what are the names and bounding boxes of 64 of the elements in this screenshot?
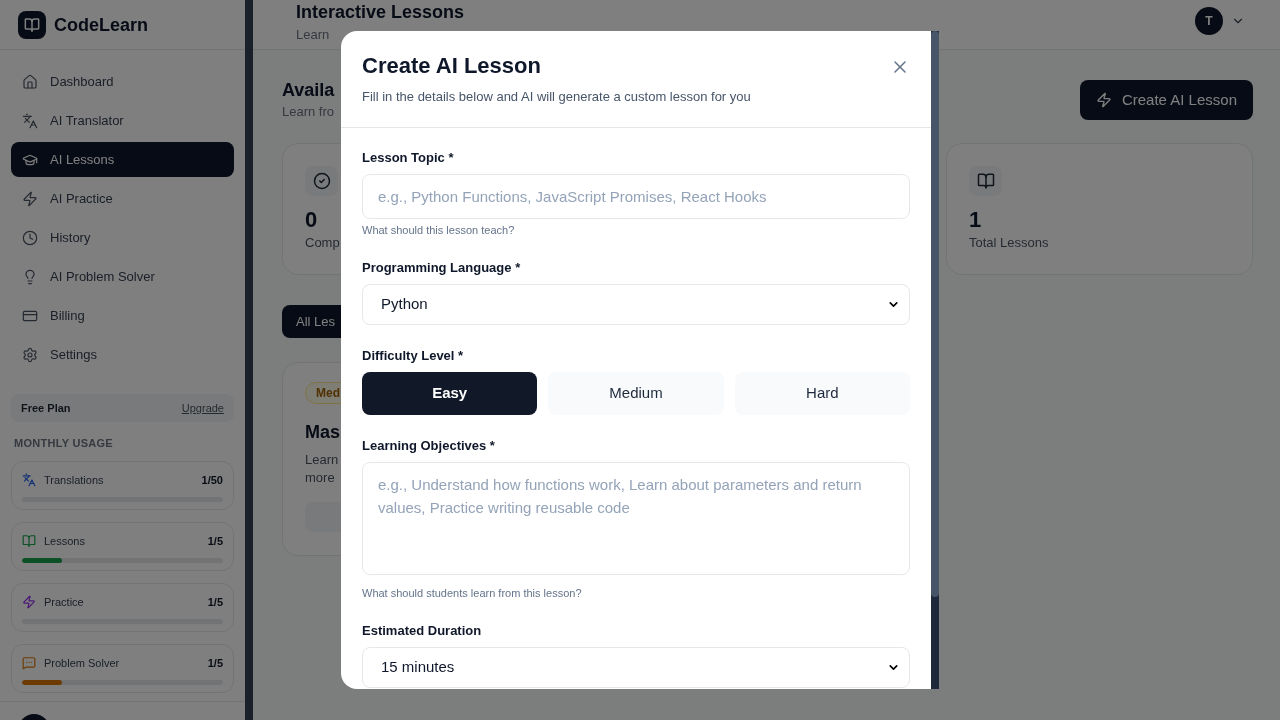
- lesson-description: Learn: [305, 451, 339, 469]
- usage-label: Translations: [44, 472, 104, 488]
- lesson-description: more: [305, 469, 336, 487]
- field-label: Difficulty Level *: [362, 347, 465, 365]
- logo-icon: [18, 10, 46, 39]
- chat-bubble-icon: [22, 656, 36, 670]
- book-icon: [969, 166, 1002, 196]
- nav-item[interactable]: Billing: [11, 298, 234, 333]
- nav-item[interactable]: AI Lessons: [11, 142, 234, 177]
- plan-name: Free Plan: [21, 400, 71, 416]
- page-title: Interactive Lessons: [296, 1, 465, 23]
- user-avatar[interactable]: T: [1195, 7, 1223, 35]
- usage-count: 1/5: [207, 533, 223, 549]
- nav-item[interactable]: Settings: [11, 337, 234, 372]
- usage-count: 1/50: [201, 472, 223, 488]
- nav-item[interactable]: Dashboard: [11, 64, 234, 99]
- translate-icon: [22, 112, 38, 129]
- upgrade-link[interactable]: Upgrade: [181, 399, 224, 417]
- translate-icon: [22, 473, 36, 487]
- lesson-title: Mas: [305, 421, 340, 444]
- usage-label: Problem Solver: [44, 655, 120, 671]
- nav-item[interactable]: AI Practice: [11, 181, 234, 216]
- section-subtitle: Learn fro: [282, 103, 335, 121]
- lightbulb-icon: [22, 268, 38, 285]
- field-label: Estimated Duration: [362, 622, 483, 640]
- field-hint: What should students learn from this lesson?: [362, 586, 583, 600]
- usage-label: Lessons: [44, 533, 85, 549]
- lightning-icon: [1095, 92, 1112, 108]
- topic-input[interactable]: e.g., Python Functions, JavaScript Promises, React Hooks: [362, 174, 910, 219]
- scrollbar[interactable]: [931, 31, 939, 689]
- stat-label: Total Lessons: [969, 234, 1049, 252]
- scrollbar[interactable]: [245, 0, 253, 720]
- usage-count: 1/5: [207, 594, 223, 610]
- lightning-icon: [22, 595, 36, 609]
- stat-value: 0: [305, 206, 318, 234]
- section-title: Availa: [282, 79, 335, 102]
- difficulty-option[interactable]: Medium: [548, 372, 724, 415]
- page-subtitle: Learn: [296, 27, 331, 43]
- nav-item[interactable]: AI Translator: [11, 103, 234, 138]
- field-label: Learning Objectives *: [362, 437, 496, 455]
- difficulty-option[interactable]: Hard: [734, 372, 910, 415]
- dropdown-select[interactable]: Python: [362, 284, 910, 325]
- field-label: Lesson Topic *: [362, 149, 455, 167]
- lightning-icon: [22, 190, 38, 207]
- dropdown-select[interactable]: 15 minutes: [362, 647, 910, 688]
- nav-item[interactable]: History: [11, 220, 234, 255]
- stat-value: 1: [969, 206, 982, 234]
- brand-name: CodeLearn: [54, 13, 149, 36]
- usage-count: 1/5: [207, 655, 223, 671]
- difficulty-option[interactable]: Easy: [362, 372, 538, 415]
- dialog-title: Create AI Lesson: [362, 52, 542, 80]
- clock-icon: [22, 229, 38, 246]
- field-label: Programming Language *: [362, 259, 522, 277]
- objectives-textarea[interactable]: e.g., Understand how functions work, Learn about parameters and return values, Practice writing reusable code: [362, 462, 910, 575]
- book-icon: [22, 534, 36, 548]
- usage-label: Practice: [44, 594, 84, 610]
- section-heading: MONTHLY USAGE: [13, 436, 114, 450]
- settings-icon: [22, 346, 38, 363]
- nav-item[interactable]: AI Problem Solver: [11, 259, 234, 294]
- dialog-subtitle: Fill in the details below and AI will generate a custom lesson for you: [362, 88, 751, 106]
- field-hint: What should this lesson teach?: [362, 223, 516, 237]
- stat-label: Comp: [305, 234, 340, 252]
- create-lesson-button[interactable]: Create AI Lesson: [1079, 80, 1253, 120]
- home-icon: [22, 73, 38, 90]
